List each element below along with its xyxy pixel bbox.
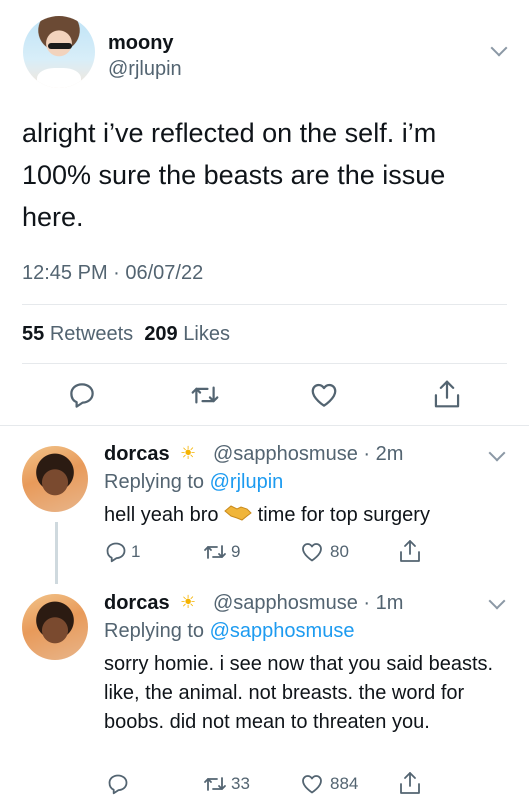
retweet-icon	[204, 545, 226, 559]
avatar[interactable]	[22, 446, 88, 512]
chevron-down-icon[interactable]	[490, 39, 508, 57]
likes-stat[interactable]: 209 Likes	[144, 323, 230, 345]
share-button[interactable]	[432, 378, 462, 410]
reply-button[interactable]	[104, 540, 128, 564]
reply-text: sorry homie. i see now that you said bea…	[104, 653, 494, 733]
tweet-stats: 55 Retweets 209 Likes	[22, 323, 230, 346]
share-icon	[400, 772, 420, 794]
reply-icon	[108, 774, 128, 795]
reply-author-name[interactable]: dorcas	[104, 443, 170, 466]
chevron-down-icon[interactable]	[488, 592, 506, 610]
retweet-count: 9	[231, 542, 241, 561]
author-name[interactable]: moony	[108, 32, 174, 55]
retweet-button[interactable]	[202, 540, 228, 564]
like-button[interactable]	[300, 540, 324, 564]
replying-to: Replying to @sapphosmuse	[104, 620, 354, 643]
like-icon	[311, 383, 337, 407]
reply-icon	[70, 383, 94, 408]
likes-count: 209	[144, 323, 178, 345]
replying-to-label: Replying to	[104, 620, 205, 642]
retweets-count: 55	[22, 323, 45, 345]
reply-author-name[interactable]: dorcas	[104, 592, 170, 615]
like-count: 884	[330, 774, 359, 793]
thread-connector-line	[55, 522, 58, 584]
like-button[interactable]	[309, 380, 339, 410]
reply-button[interactable]	[67, 380, 97, 410]
retweets-label: Retweets	[49, 323, 134, 345]
retweet-button[interactable]	[202, 772, 228, 796]
retweets-stat[interactable]: 55 Retweets	[22, 323, 133, 345]
reply-meta[interactable]: @sapphosmuse · 1m	[213, 592, 403, 615]
chevron-down-icon[interactable]	[488, 444, 506, 462]
replying-to: Replying to @rjlupin	[104, 471, 283, 494]
divider	[22, 363, 507, 364]
reply-meta[interactable]: @sapphosmuse · 2m	[213, 443, 403, 466]
replying-to-label: Replying to	[104, 471, 205, 493]
divider	[0, 425, 529, 426]
divider	[22, 304, 507, 305]
retweet-button[interactable]	[189, 380, 221, 410]
share-button[interactable]	[398, 538, 422, 564]
share-button[interactable]	[398, 770, 422, 796]
share-icon	[434, 380, 460, 408]
reply-text-part: time for top surgery	[257, 504, 430, 526]
replying-to-mention[interactable]: @sapphosmuse	[210, 620, 355, 642]
like-count: 80	[330, 542, 349, 561]
sunglasses-detail	[48, 43, 72, 49]
tweet-timestamp[interactable]: 12:45 PM · 06/07/22	[22, 262, 203, 285]
reply-icon	[106, 542, 126, 563]
handshake-emoji-icon	[224, 501, 252, 530]
sun-emoji-icon: ☀	[180, 443, 197, 463]
replying-to-mention[interactable]: @rjlupin	[210, 471, 284, 493]
reply-text-part: hell yeah bro	[104, 504, 219, 526]
retweet-icon	[204, 777, 226, 791]
like-button[interactable]	[300, 772, 324, 796]
retweet-icon	[191, 386, 219, 404]
reply-text: hell yeah bro time for top surgery	[104, 501, 509, 530]
author-handle[interactable]: @rjlupin	[108, 58, 182, 81]
like-icon	[302, 775, 322, 794]
avatar[interactable]	[23, 16, 95, 88]
retweet-count: 33	[231, 774, 250, 793]
sun-emoji-icon: ☀	[180, 592, 197, 612]
likes-label: Likes	[183, 323, 230, 345]
tweet-text: alright i’ve reflected on the self. i’m …	[22, 118, 446, 232]
share-icon	[400, 540, 420, 562]
shirt-detail	[37, 68, 81, 88]
avatar[interactable]	[22, 594, 88, 660]
reply-count: 1	[131, 542, 141, 561]
like-icon	[302, 543, 322, 562]
reply-button[interactable]	[106, 772, 130, 796]
